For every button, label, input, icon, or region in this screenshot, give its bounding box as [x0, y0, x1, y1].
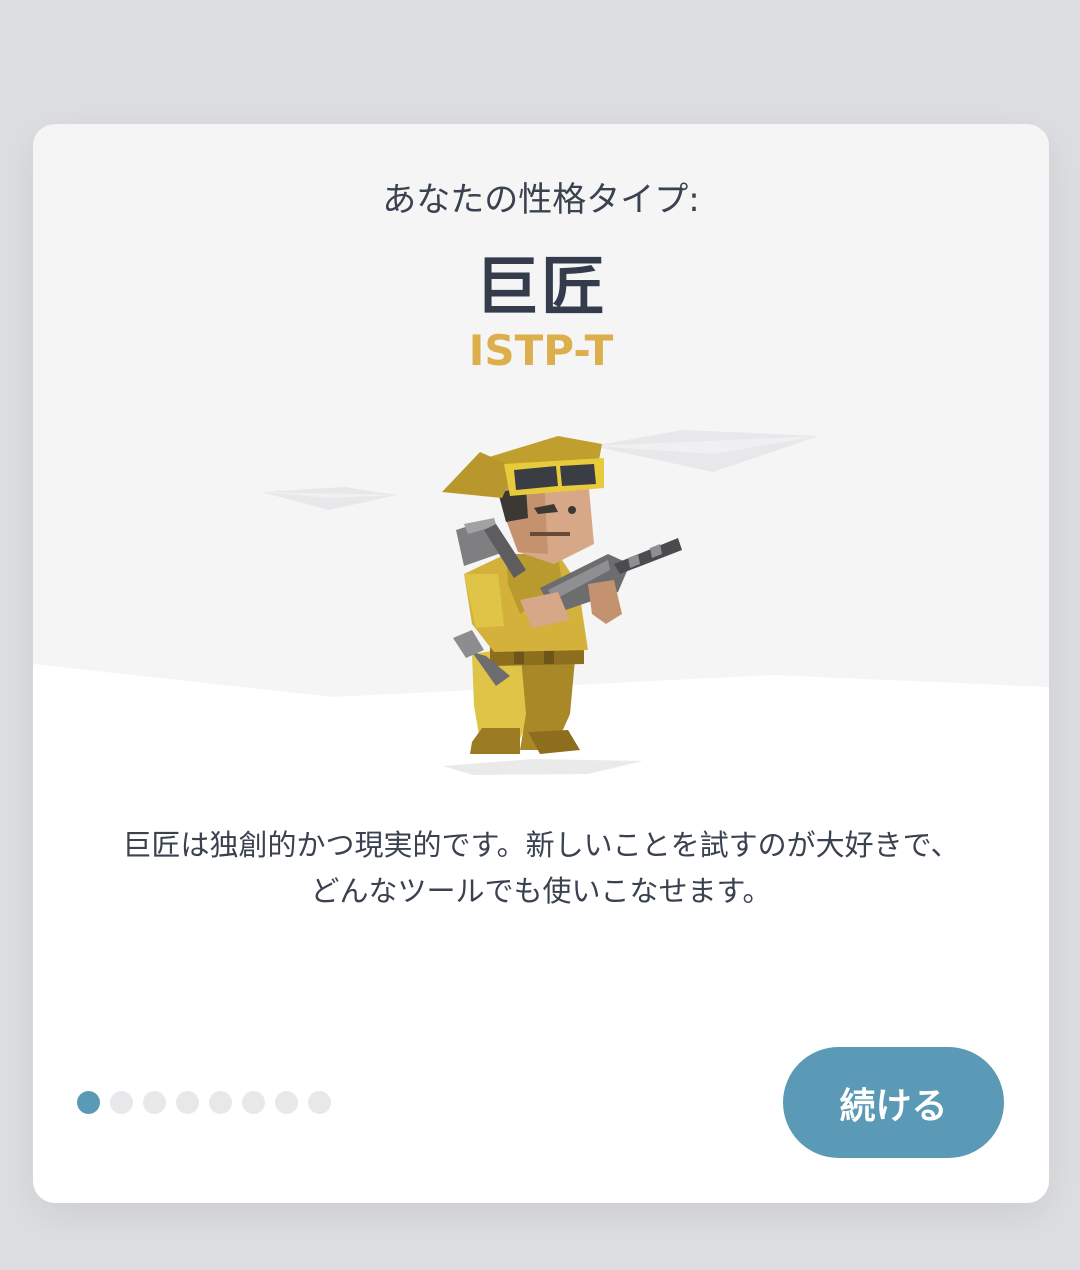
- pagination-dot-3: [143, 1091, 166, 1114]
- personality-result-card: あなたの性格タイプ: 巨匠 ISTP-T 巨匠は独創的かつ現実的です。新しいこと…: [33, 124, 1049, 1203]
- continue-button[interactable]: 続ける: [783, 1047, 1004, 1158]
- virtuoso-craftsman-illustration: [442, 436, 682, 775]
- type-code: ISTP-T: [468, 326, 614, 375]
- type-label: あなたの性格タイプ:: [382, 180, 700, 220]
- type-title: 巨匠: [475, 251, 607, 325]
- pagination-dot-8: [308, 1091, 331, 1114]
- type-description: 巨匠は独創的かつ現実的です。新しいことを試すのが大好きで、 どんなツールでも使いこ…: [122, 828, 960, 908]
- pagination-dot-1: [77, 1091, 100, 1114]
- pagination-dot-7: [275, 1091, 298, 1114]
- pagination-dot-6: [242, 1091, 265, 1114]
- pagination-dots: [77, 1091, 331, 1115]
- pagination-dot-4: [176, 1091, 199, 1114]
- pagination-dot-2: [110, 1091, 133, 1114]
- pagination-dot-5: [209, 1091, 232, 1114]
